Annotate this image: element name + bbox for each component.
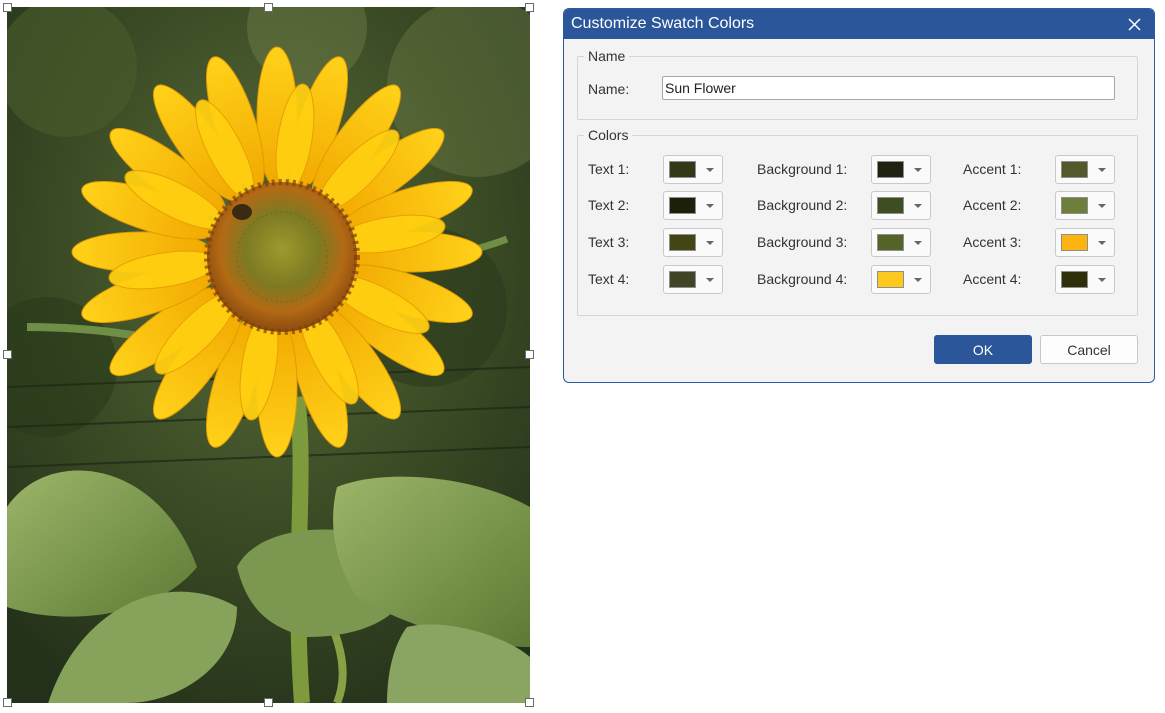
- background-4-color-picker[interactable]: [871, 265, 931, 294]
- accent-2-color-picker[interactable]: [1055, 191, 1115, 220]
- accent-3-swatch: [1061, 234, 1088, 251]
- dropdown-arrow-icon: [1098, 277, 1106, 282]
- background-2-swatch: [877, 197, 904, 214]
- accent-1-label: Accent 1:: [963, 161, 1022, 177]
- name-label: Name:: [588, 81, 630, 97]
- close-icon: [1127, 17, 1141, 31]
- dropdown-arrow-icon: [914, 240, 922, 245]
- resize-handle-bottom[interactable]: [264, 698, 273, 707]
- dropdown-arrow-icon: [914, 277, 922, 282]
- accent-3-color-picker[interactable]: [1055, 228, 1115, 257]
- resize-handle-bottom-left[interactable]: [3, 698, 12, 707]
- accent-4-color-picker[interactable]: [1055, 265, 1115, 294]
- text-3-label: Text 3:: [588, 234, 630, 250]
- text-4-color-picker[interactable]: [663, 265, 723, 294]
- dropdown-arrow-icon: [706, 277, 714, 282]
- colors-group: Colors: [577, 127, 1138, 316]
- text-2-color-picker[interactable]: [663, 191, 723, 220]
- text-2-swatch: [669, 197, 696, 214]
- background-3-color-picker[interactable]: [871, 228, 931, 257]
- dropdown-arrow-icon: [1098, 240, 1106, 245]
- dropdown-arrow-icon: [914, 167, 922, 172]
- resize-handle-top-left[interactable]: [3, 3, 12, 12]
- text-2-label: Text 2:: [588, 197, 630, 213]
- accent-4-label: Accent 4:: [963, 271, 1022, 287]
- cancel-button[interactable]: Cancel: [1040, 335, 1138, 364]
- dropdown-arrow-icon: [1098, 203, 1106, 208]
- sunflower-illustration: [7, 7, 530, 703]
- resize-handle-left[interactable]: [3, 350, 12, 359]
- text-1-swatch: [669, 161, 696, 178]
- dropdown-arrow-icon: [914, 203, 922, 208]
- background-1-label: Background 1:: [757, 161, 848, 177]
- accent-2-swatch: [1061, 197, 1088, 214]
- dropdown-arrow-icon: [1098, 167, 1106, 172]
- ok-button[interactable]: OK: [934, 335, 1032, 364]
- text-1-color-picker[interactable]: [663, 155, 723, 184]
- text-4-swatch: [669, 271, 696, 288]
- background-1-swatch: [877, 161, 904, 178]
- background-2-color-picker[interactable]: [871, 191, 931, 220]
- background-4-swatch: [877, 271, 904, 288]
- sunflower-photo[interactable]: [7, 7, 530, 703]
- accent-3-label: Accent 3:: [963, 234, 1022, 250]
- dropdown-arrow-icon: [706, 240, 714, 245]
- text-4-label: Text 4:: [588, 271, 630, 287]
- dropdown-arrow-icon: [706, 203, 714, 208]
- text-3-color-picker[interactable]: [663, 228, 723, 257]
- resize-handle-top-right[interactable]: [525, 3, 534, 12]
- text-1-label: Text 1:: [588, 161, 630, 177]
- background-1-color-picker[interactable]: [871, 155, 931, 184]
- resize-handle-bottom-right[interactable]: [525, 698, 534, 707]
- accent-4-swatch: [1061, 271, 1088, 288]
- background-2-label: Background 2:: [757, 197, 848, 213]
- dropdown-arrow-icon: [706, 167, 714, 172]
- text-3-swatch: [669, 234, 696, 251]
- name-group-legend: Name: [588, 48, 626, 64]
- accent-1-color-picker[interactable]: [1055, 155, 1115, 184]
- resize-handle-top[interactable]: [264, 3, 273, 12]
- accent-2-label: Accent 2:: [963, 197, 1022, 213]
- close-button[interactable]: [1114, 9, 1154, 39]
- customize-swatch-colors-dialog: Customize Swatch Colors Name Name: Color…: [563, 8, 1155, 383]
- dialog-title: Customize Swatch Colors: [571, 15, 755, 32]
- resize-handle-right[interactable]: [525, 350, 534, 359]
- background-4-label: Background 4:: [757, 271, 848, 287]
- background-3-label: Background 3:: [757, 234, 848, 250]
- name-input[interactable]: [662, 76, 1115, 100]
- accent-1-swatch: [1061, 161, 1088, 178]
- dialog-titlebar[interactable]: Customize Swatch Colors: [564, 9, 1154, 39]
- colors-group-legend: Colors: [588, 127, 629, 143]
- background-3-swatch: [877, 234, 904, 251]
